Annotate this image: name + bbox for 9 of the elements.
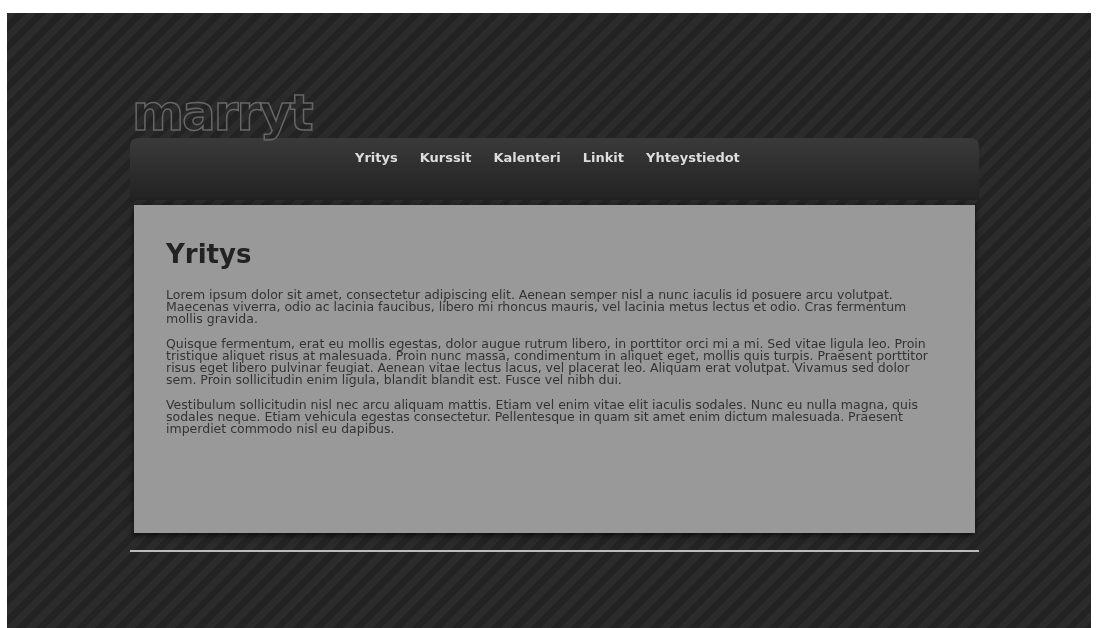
nav-link[interactable]: Kurssit [419, 148, 472, 168]
nav-link[interactable]: Kalenteri [493, 148, 561, 168]
paragraph: Vestibulum sollicitudin nisl nec arcu aliquam mattis. Etiam vel enim vitae elit iaculis sodales. Nunc eu nulla magna, quis sodales neque. Etiam vehicula egestas consectetur. Pellentesque in quam sit amet enim dictum malesuada. Praesent imperdiet commodo nisl eu dapibus. [166, 399, 919, 435]
paragraph: Lorem ipsum dolor sit amet, consectetur adipiscing elit. Aenean semper nisl a nunc iaculis id posuere arcu volutpat. Maecenas viverra, odio ac lacinia faucibus, libero mi rhoncus mauris, vel lacinia metus lectus et odio. Cras fermentum mollis gravida. [166, 289, 908, 325]
page-heading: Yritys [166, 239, 253, 269]
nav-link[interactable]: Yritys [355, 148, 398, 168]
nav-link[interactable]: Yhteystiedot [646, 148, 740, 168]
paragraph: Quisque fermentum, erat eu mollis egestas, dolor augue rutrum libero, in porttitor orci mi a mi. Sed vitae ligula leo. Proin tristique aliquet risus at malesuada. Proin nunc massa, condimentum in aliquet eget, mollis quis turpis. Praesent porttitor risus eget libero pulvinar feugiat. Aenean vitae lectus lacus, vel placerat leo. Aliquam erat volutpat. Vivamus sed dolor sem. Proin sollicitudin enim ligula, blandit blandit est. Fusce vel nibh dui. [166, 338, 929, 386]
nav-link[interactable]: Linkit [582, 148, 624, 168]
